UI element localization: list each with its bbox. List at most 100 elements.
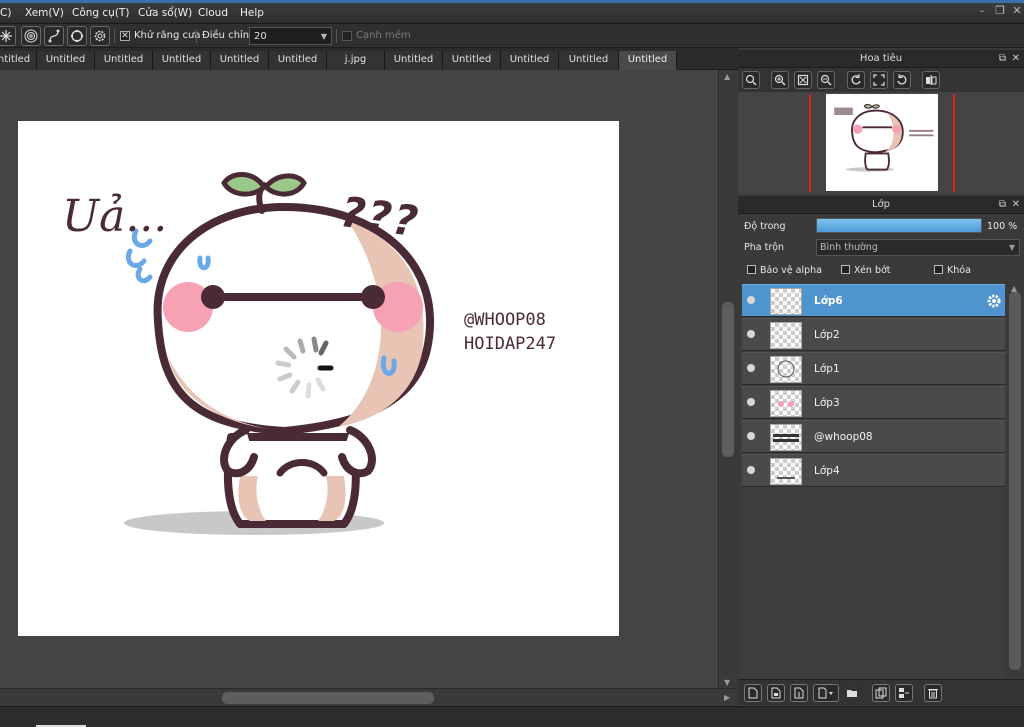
opacity-fill	[817, 219, 981, 232]
antialias-label: Khử răng cưa	[134, 30, 201, 41]
antialias-checkbox[interactable]	[120, 30, 130, 42]
visibility-icon[interactable]	[747, 398, 755, 406]
protect-alpha-label: Bảo vệ alpha	[760, 265, 822, 276]
doc-tab[interactable]: Untitled	[37, 51, 95, 70]
scroll-thumb[interactable]	[222, 692, 434, 704]
layer-thumbnail	[770, 322, 802, 349]
sparkle-tool-icon[interactable]	[0, 26, 16, 46]
zoom-out-icon[interactable]	[817, 71, 835, 89]
delete-layer-trash-icon[interactable]	[924, 684, 942, 702]
blend-mode-dropdown[interactable]: Bình thường ▼	[816, 239, 1020, 256]
chevron-down-icon: ▼	[1008, 243, 1015, 252]
soft-edge-checkbox[interactable]	[342, 31, 352, 41]
scroll-down-icon[interactable]: ▼	[724, 678, 730, 687]
visibility-icon[interactable]	[747, 330, 755, 338]
layer-thumbnail	[770, 390, 802, 417]
visibility-icon[interactable]	[747, 364, 755, 372]
menu-partial[interactable]: C)	[0, 7, 11, 19]
layer-row[interactable]: Lớp3	[742, 386, 1005, 419]
menu-help[interactable]: Help	[240, 7, 264, 19]
layer-row[interactable]: Lớp2	[742, 318, 1005, 351]
settings-gear-icon[interactable]	[90, 26, 110, 46]
scroll-thumb[interactable]	[722, 302, 734, 457]
undock-icon[interactable]: ⧉	[999, 50, 1006, 68]
menu-window[interactable]: Cửa sổ(W)	[138, 7, 192, 19]
lock-checkbox[interactable]	[934, 265, 943, 274]
navigator-viewport-left	[809, 94, 811, 192]
duplicate-layer-icon[interactable]	[872, 684, 890, 702]
curve-tool-icon[interactable]	[44, 26, 64, 46]
layer-row[interactable]: Lớp4	[742, 454, 1005, 487]
actual-size-icon[interactable]	[870, 71, 888, 89]
layer-row[interactable]: @whoop08	[742, 420, 1005, 453]
layer-row[interactable]: Lớp6	[742, 284, 1005, 317]
opacity-slider[interactable]	[816, 218, 982, 233]
canvas-paper[interactable]: Uả... ??? @WHOOP08 HOIDAP247	[18, 121, 619, 636]
protect-alpha-checkbox[interactable]	[747, 265, 756, 274]
layer-name: Lớp4	[814, 465, 840, 477]
circle-tool-icon[interactable]	[67, 26, 87, 46]
menu-tools[interactable]: Công cụ(T)	[72, 7, 129, 19]
doc-tab[interactable]: Untitled	[443, 51, 501, 70]
layer-actions-bar	[738, 679, 1024, 705]
layer-row[interactable]: Lớp1	[742, 352, 1005, 385]
doc-tab[interactable]: ntitled	[0, 51, 37, 70]
canvas-area[interactable]: Uả... ??? @WHOOP08 HOIDAP247	[0, 70, 718, 690]
menu-view[interactable]: Xem(V)	[25, 7, 64, 19]
visibility-icon[interactable]	[747, 466, 755, 474]
fit-window-icon[interactable]	[794, 71, 812, 89]
doc-tab[interactable]: Untitled	[501, 51, 559, 70]
layer-list-scrollbar[interactable]: ▲	[1006, 284, 1024, 679]
rotate-left-icon[interactable]	[847, 71, 865, 89]
new-halftone-layer-icon[interactable]	[790, 684, 808, 702]
undock-icon[interactable]: ⧉	[999, 196, 1006, 214]
doc-tab[interactable]: Untitled	[153, 51, 211, 70]
layer-name: Lớp1	[814, 363, 840, 375]
concentric-circle-icon[interactable]	[21, 26, 41, 46]
new-raster-layer-icon[interactable]	[767, 684, 785, 702]
window-title-edge	[0, 0, 1024, 3]
menu-cloud[interactable]: Cloud	[198, 7, 228, 19]
doc-tab[interactable]: Untitled	[385, 51, 443, 70]
opacity-value: 100 %	[987, 221, 1018, 232]
canvas-vertical-scrollbar[interactable]: ▲ ▼	[718, 70, 736, 690]
navigator-toolbar	[738, 68, 1024, 92]
new-layer-icon[interactable]	[744, 684, 762, 702]
navigator-title: Hoa tiêu	[859, 53, 903, 64]
rotate-right-icon[interactable]	[893, 71, 911, 89]
scroll-thumb[interactable]	[1009, 292, 1021, 670]
status-bar	[0, 706, 1024, 727]
flip-horizontal-icon[interactable]	[922, 71, 940, 89]
add-layer-menu-icon[interactable]	[813, 684, 839, 702]
close-icon[interactable]: ✕	[1012, 50, 1020, 68]
adjust-dropdown[interactable]: 20 ▼	[249, 27, 332, 45]
blend-mode-value: Bình thường	[820, 242, 878, 253]
layer-settings-gear-icon[interactable]	[986, 293, 1002, 309]
navigator-viewport-right	[953, 94, 955, 192]
visibility-icon[interactable]	[747, 432, 755, 440]
doc-tab[interactable]: Untitled	[211, 51, 269, 70]
close-icon[interactable]: ✕	[1010, 4, 1024, 18]
canvas-horizontal-scrollbar[interactable]: ▶	[0, 688, 736, 706]
clip-checkbox[interactable]	[841, 265, 850, 274]
zoom-tool-icon[interactable]	[742, 71, 760, 89]
merge-layer-icon[interactable]	[895, 684, 913, 702]
scroll-right-icon[interactable]: ▶	[724, 693, 730, 702]
visibility-icon[interactable]	[747, 296, 755, 304]
doc-tab[interactable]: Untitled	[269, 51, 327, 70]
doc-tab[interactable]: j.jpg	[327, 51, 385, 70]
clip-label: Xén bớt	[854, 265, 891, 276]
doc-tab-active[interactable]: Untitled	[619, 51, 677, 70]
minimize-icon[interactable]: –	[975, 4, 989, 18]
restore-icon[interactable]: ❐	[993, 4, 1007, 18]
artwork-site: HOIDAP247	[464, 334, 556, 354]
scroll-up-icon[interactable]: ▲	[724, 72, 730, 81]
zoom-in-icon[interactable]	[771, 71, 789, 89]
blend-label: Pha trộn	[744, 242, 785, 253]
doc-tab[interactable]: Untitled	[95, 51, 153, 70]
folder-icon[interactable]	[843, 684, 861, 702]
layer-thumbnail	[770, 288, 802, 315]
close-icon[interactable]: ✕	[1012, 196, 1020, 214]
tool-options-bar: Khử răng cưa Điều chỉnh 20 ▼ Cạnh mềm	[0, 24, 1024, 48]
doc-tab[interactable]: Untitled	[559, 51, 619, 70]
